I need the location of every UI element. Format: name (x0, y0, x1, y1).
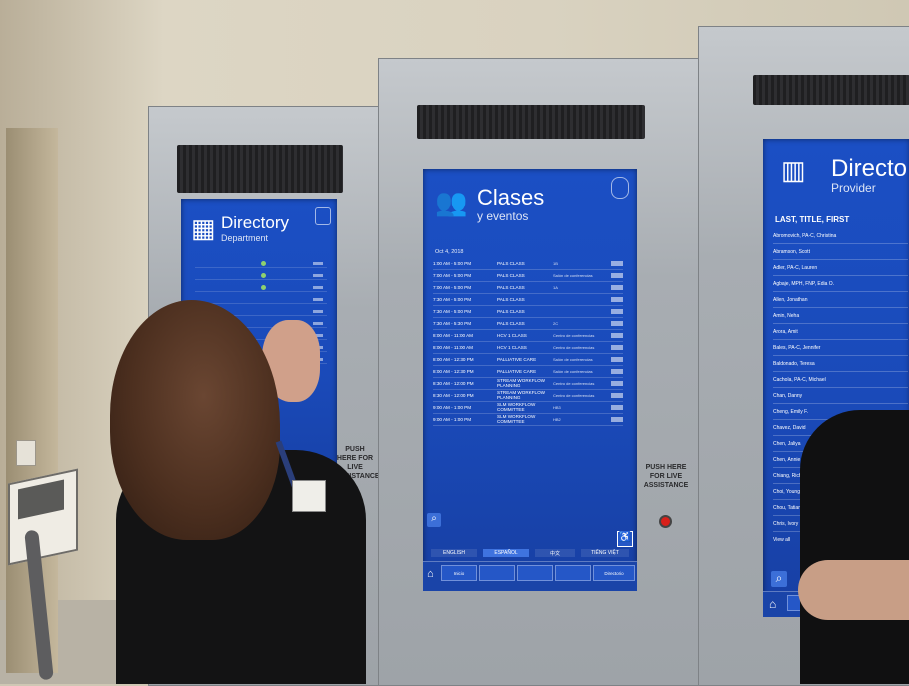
info-badge (611, 356, 623, 362)
center-screen-subtitle: y eventos (477, 209, 529, 223)
left-kiosk-vent (177, 145, 343, 193)
info-badge (611, 272, 623, 278)
list-item[interactable]: Baldonado, Teresa (773, 357, 908, 372)
list-item[interactable]: Arora, Amit (773, 325, 908, 340)
center-push-label: PUSH HERE FOR LIVE ASSISTANCE (643, 464, 689, 489)
building-icon: ▦ (191, 213, 216, 243)
info-badge (611, 296, 623, 302)
bottom-nav: ⌂ Inicio Directorio (423, 561, 637, 591)
list-item[interactable]: Amin, Neha (773, 309, 908, 324)
info-badge (611, 260, 623, 266)
touch-icon[interactable] (315, 207, 331, 225)
list-item[interactable]: Abramson, Scott (773, 245, 908, 260)
lang-vietnamese-button[interactable]: TIẾNG VIỆT (581, 549, 629, 557)
events-date: Oct 4, 2018 (435, 249, 464, 255)
list-item[interactable] (195, 261, 327, 268)
list-item[interactable] (195, 297, 327, 304)
language-bar: ENGLISH ESPAÑOL 中文 TIẾNG VIỆT (431, 549, 631, 557)
nav-dining-button[interactable] (555, 565, 591, 581)
info-badge (611, 284, 623, 290)
touch-icon[interactable] (611, 177, 629, 199)
list-item[interactable]: Bales, PA-C, Jennifer (773, 341, 908, 356)
right-screen-title: Directo (831, 155, 908, 182)
nav-events-button[interactable] (517, 565, 553, 581)
id-badge (292, 480, 326, 512)
accessibility-icon[interactable]: ♿ (617, 531, 633, 547)
info-badge (611, 320, 623, 326)
info-badge (611, 392, 623, 398)
left-screen-subtitle: Department (221, 233, 269, 243)
thermostat (16, 440, 36, 466)
right-screen-subtitle: Provider (831, 181, 876, 195)
info-badge (611, 308, 623, 314)
person-right-arm (798, 560, 909, 620)
list-item[interactable]: Allen, Jonathan (773, 293, 908, 308)
list-item[interactable]: Chan, Danny (773, 389, 908, 404)
info-badge (611, 404, 623, 410)
left-screen-title: Directory (221, 213, 290, 232)
list-item[interactable] (195, 273, 327, 280)
info-stand-photo (18, 479, 64, 520)
info-badge (611, 332, 623, 338)
home-icon[interactable]: ⌂ (769, 597, 776, 611)
list-item[interactable]: Agbaje, MPH, FNP, Edia O. (773, 277, 908, 292)
nav-map-button[interactable] (479, 565, 515, 581)
center-kiosk-cabinet: 👥 Clases y eventos Oct 4, 2018 1:00 AM -… (378, 58, 700, 686)
list-item[interactable]: Abromovich, PA-C, Christina (773, 229, 908, 244)
nav-home-button[interactable]: Inicio (441, 565, 477, 581)
center-kiosk-screen[interactable]: 👥 Clases y eventos Oct 4, 2018 1:00 AM -… (423, 169, 637, 591)
info-stand-sign (8, 468, 78, 566)
center-kiosk-vent (417, 105, 645, 139)
nav-directory-button[interactable]: Directorio (593, 565, 635, 581)
lang-english-button[interactable]: ENGLISH (431, 549, 477, 557)
info-badge (611, 368, 623, 374)
list-item[interactable]: Adler, PA-C, Lauren (773, 261, 908, 276)
center-assistance-button[interactable] (659, 515, 672, 528)
info-badge (611, 380, 623, 386)
person-right-body (800, 410, 909, 684)
center-screen-title: Clases (477, 185, 545, 210)
search-icon[interactable]: ⌕ (427, 513, 441, 527)
building-icon: ▥ (781, 155, 806, 185)
home-icon[interactable]: ⌂ (427, 568, 434, 580)
provider-column-header: LAST, TITLE, FIRST (775, 215, 850, 224)
table-row[interactable]: 9:00 AM - 1:00 PM SLM WORKFLOW COMMITTEE H… (433, 413, 623, 426)
lang-spanish-button[interactable]: ESPAÑOL (483, 549, 529, 557)
info-badge (611, 344, 623, 350)
info-badge (611, 416, 623, 422)
search-icon[interactable]: ⌕ (771, 571, 787, 587)
list-item[interactable]: Cachola, PA-C, Michael (773, 373, 908, 388)
lang-chinese-button[interactable]: 中文 (535, 549, 575, 557)
list-item[interactable] (195, 285, 327, 292)
right-kiosk-vent (753, 75, 909, 105)
people-icon: 👥 (435, 187, 468, 217)
